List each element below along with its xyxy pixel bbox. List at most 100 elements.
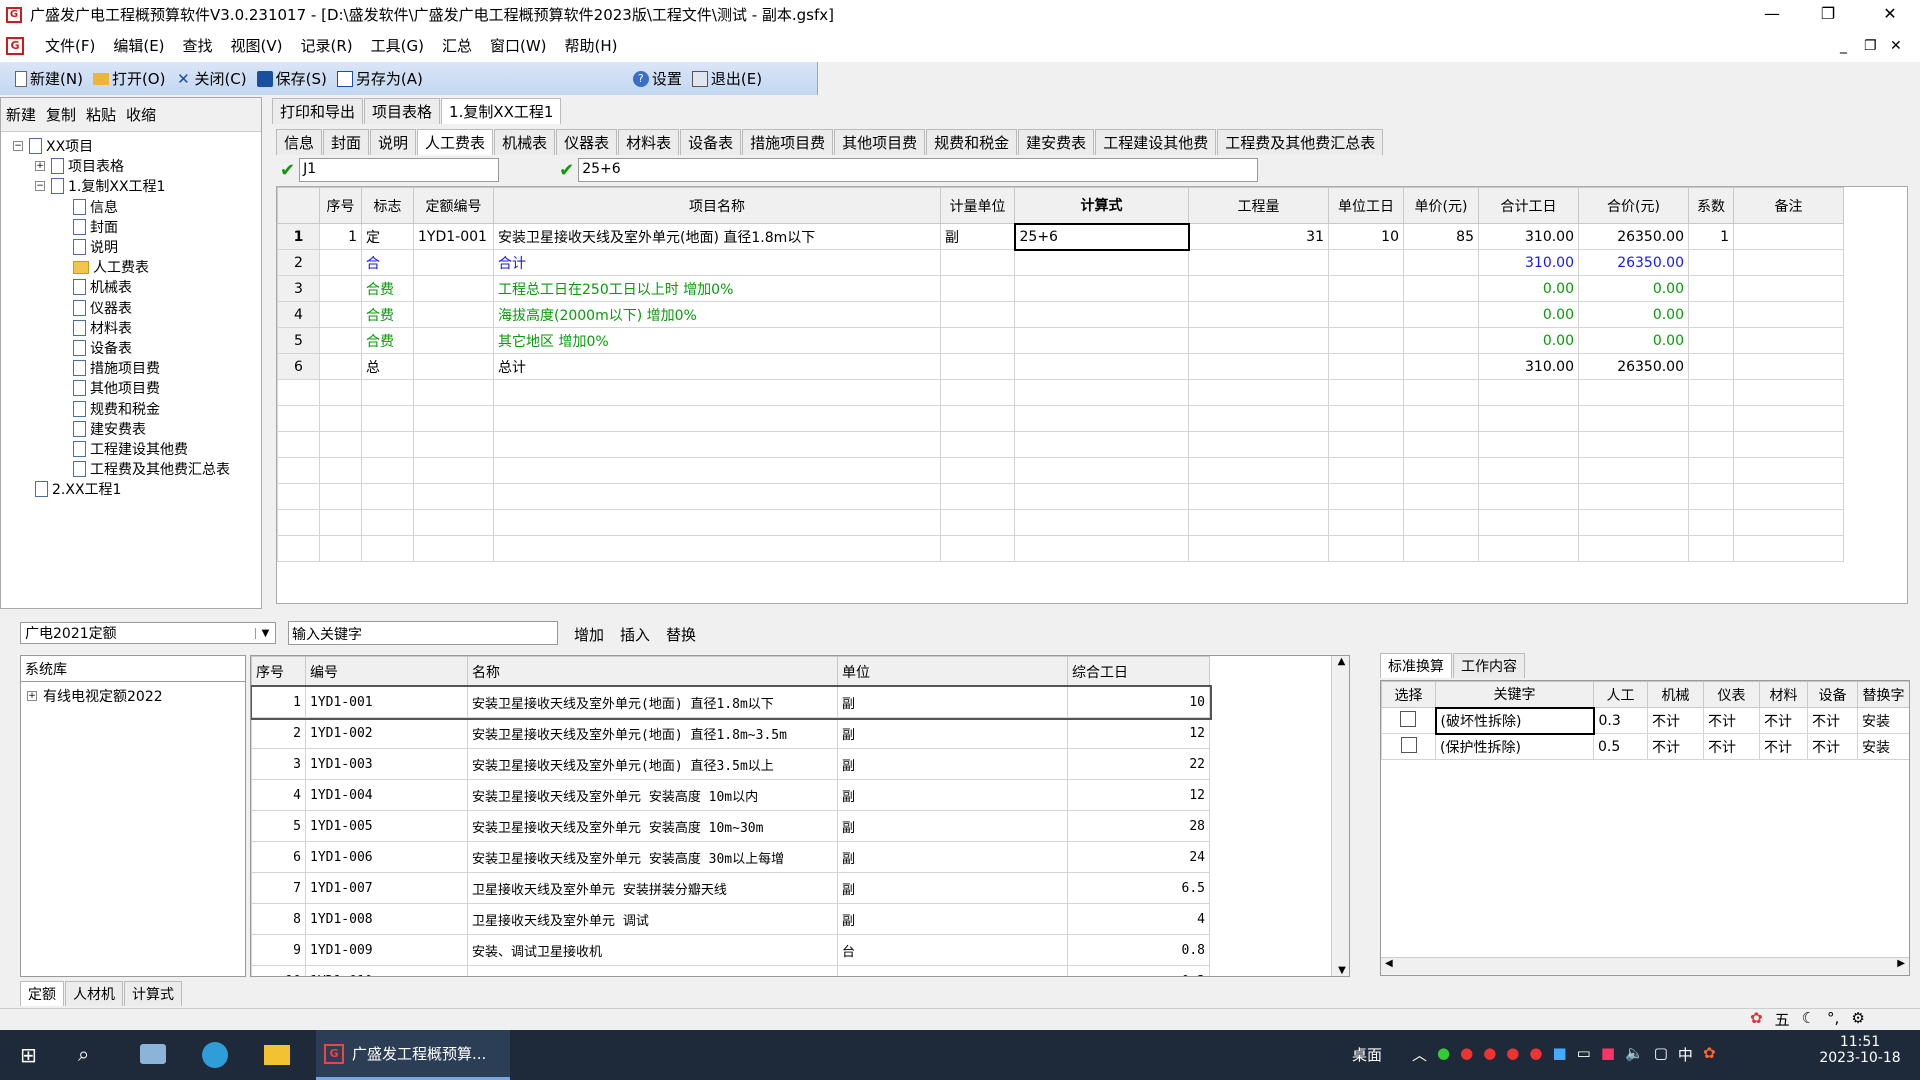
cell-uday[interactable] <box>1328 301 1404 328</box>
conversion-cell[interactable]: 不计 <box>1703 707 1760 734</box>
cell-coef[interactable] <box>1688 353 1734 380</box>
windows-start-icon[interactable]: ⊞ <box>20 1043 37 1067</box>
column-header[interactable]: 工程量 <box>1188 187 1329 224</box>
cell-uday[interactable] <box>1328 327 1404 354</box>
cell-unit[interactable] <box>940 301 1015 328</box>
quota-cell[interactable]: 安装卫星接收天线及室外单元 安装高度 10m以内 <box>467 779 838 811</box>
sheet-tab[interactable]: 工程建设其他费 <box>1095 129 1217 155</box>
column-header[interactable]: 设备 <box>1807 681 1858 708</box>
tree-node[interactable]: 措施项目费 <box>73 358 160 378</box>
conversion-cell[interactable]: 不计 <box>1807 707 1858 734</box>
cell-coef[interactable]: 1 <box>1688 223 1734 250</box>
tree-paste[interactable]: 粘贴 <box>81 104 121 125</box>
table-row[interactable]: 6 总 总计 310.00 26350.00 <box>277 353 1844 380</box>
table-row[interactable]: 4 合费 海拔高度(2000m以下) 增加0% 0.00 0.00 <box>277 301 1844 328</box>
mdi-close-icon[interactable]: ✕ <box>1890 38 1902 54</box>
tab-formula[interactable]: 计算式 <box>124 981 182 1006</box>
cell-formula[interactable] <box>1014 353 1189 380</box>
tree-node[interactable]: − 1.复制XX工程1 <box>35 176 165 196</box>
quota-cell[interactable]: 安装、调试卫星接收机 <box>467 934 838 966</box>
column-header[interactable]: 单价(元) <box>1403 187 1479 224</box>
cell-flag[interactable]: 合费 <box>361 327 414 354</box>
column-header[interactable]: 定额编号 <box>413 187 494 224</box>
tab-materials[interactable]: 人材机 <box>65 981 123 1006</box>
tab-project-table[interactable]: 项目表格 <box>364 98 441 124</box>
sheet-tab[interactable]: 信息 <box>276 129 323 155</box>
tree-node[interactable]: 工程建设其他费 <box>73 439 188 459</box>
tree-node[interactable]: 仪器表 <box>73 298 132 318</box>
cell-uday[interactable] <box>1328 353 1404 380</box>
column-header[interactable]: 合计工日 <box>1478 187 1579 224</box>
library-select[interactable]: 广电2021定额 ▼ <box>20 622 276 644</box>
quota-cell[interactable]: 1YD1-010 <box>305 965 468 976</box>
cell-total[interactable]: 0.00 <box>1578 275 1689 302</box>
cell-qty[interactable] <box>1188 353 1329 380</box>
quota-cell[interactable]: 卫星接收天线及室外单元 安装拼装分瓣天线 <box>467 872 838 904</box>
formula-check-icon[interactable]: ✔ <box>559 160 574 181</box>
column-header[interactable]: 关键字 <box>1435 681 1594 708</box>
tree-node[interactable]: 规费和税金 <box>73 399 160 419</box>
wechat-icon[interactable]: ● <box>1437 1044 1450 1065</box>
cell-formula[interactable] <box>1014 301 1189 328</box>
quota-cell[interactable]: 台 <box>837 965 1068 976</box>
tree-collapse[interactable]: 收缩 <box>121 104 161 125</box>
row-number[interactable]: 4 <box>277 301 320 328</box>
quota-cell[interactable]: 7 <box>251 872 306 904</box>
sheet-tab[interactable]: 建安费表 <box>1018 129 1095 155</box>
conversion-cell[interactable]: (保护性拆除) <box>1435 733 1594 760</box>
cell-name[interactable]: 安装卫星接收天线及室外单元(地面) 直径1.8m以下 <box>493 223 941 250</box>
open-button[interactable]: 打开(O) <box>88 68 171 89</box>
quota-row[interactable]: 2 1YD1-002 安装卫星接收天线及室外单元(地面) 直径1.8m~3.5m 副 1… <box>251 717 1210 749</box>
horizontal-scrollbar[interactable]: ◀ ▶ <box>1381 957 1909 975</box>
column-header[interactable]: 机械 <box>1647 681 1704 708</box>
cell-total[interactable]: 0.00 <box>1578 327 1689 354</box>
cell-formula[interactable] <box>1014 327 1189 354</box>
cell-price[interactable] <box>1403 301 1479 328</box>
collapse-icon[interactable]: − <box>13 141 23 151</box>
quota-row[interactable]: 7 1YD1-007 卫星接收天线及室外单元 安装拼装分瓣天线副 6.5 <box>251 872 1210 904</box>
column-header[interactable]: 综合工日 <box>1067 656 1210 687</box>
cell-tday[interactable]: 310.00 <box>1478 353 1579 380</box>
menu-tools[interactable]: 工具(G) <box>362 35 433 56</box>
vertical-scrollbar[interactable]: ▲ ▼ <box>1331 656 1349 976</box>
quota-cell[interactable]: 1YD1-003 <box>305 748 468 780</box>
column-header[interactable]: 单位 <box>837 656 1068 687</box>
quota-cell[interactable]: 0.8 <box>1067 934 1210 966</box>
tree-node[interactable]: 其他项目费 <box>73 378 160 398</box>
quota-row[interactable]: 101YD1-010安装、调试功分器台0.3 <box>251 965 1210 976</box>
quota-cell[interactable]: 副 <box>837 686 1068 718</box>
library-tree-node[interactable]: + 有线电视定额2022 <box>21 682 245 710</box>
cell-remark[interactable] <box>1733 301 1844 328</box>
quota-cell[interactable]: 6 <box>251 841 306 873</box>
column-header[interactable]: 人工 <box>1593 681 1648 708</box>
quota-cell[interactable]: 22 <box>1067 748 1210 780</box>
quota-cell[interactable]: 1YD1-006 <box>305 841 468 873</box>
quota-cell[interactable]: 0.3 <box>1067 965 1210 976</box>
column-header[interactable]: 序号 <box>319 187 362 224</box>
tab-print-export[interactable]: 打印和导出 <box>272 98 364 124</box>
close-button[interactable]: ✕ <box>1862 0 1918 29</box>
restore-button[interactable]: ❐ <box>1800 0 1856 29</box>
cell-remark[interactable] <box>1733 223 1844 250</box>
cell-price[interactable] <box>1403 249 1479 276</box>
clock[interactable]: 11:51 2023-10-18 <box>1810 1034 1910 1066</box>
scroll-left-icon[interactable]: ◀ <box>1385 958 1393 969</box>
quota-cell[interactable]: 1YD1-002 <box>305 717 468 749</box>
gear-icon[interactable]: ⚙ <box>1851 1009 1864 1030</box>
taskbar-app-button[interactable]: G 广盛发工程概预算... <box>316 1030 510 1080</box>
row-number[interactable]: 2 <box>277 249 320 276</box>
quota-cell[interactable]: 安装卫星接收天线及室外单元(地面) 直径1.8m~3.5m <box>467 717 838 749</box>
menu-find[interactable]: 查找 <box>174 35 222 56</box>
qq-icon-2[interactable]: ● <box>1483 1044 1496 1065</box>
column-header[interactable]: 序号 <box>251 656 306 687</box>
cell-total[interactable]: 26350.00 <box>1578 249 1689 276</box>
cell-tday[interactable]: 310.00 <box>1478 223 1579 250</box>
ime-wubi[interactable]: 五 <box>1775 1009 1790 1030</box>
sheet-tab[interactable]: 机械表 <box>494 129 556 155</box>
cell-seq[interactable]: 1 <box>319 223 362 250</box>
close-doc-button[interactable]: ✕ 关闭(C) <box>170 68 251 89</box>
quota-row[interactable]: 9 1YD1-009 安装、调试卫星接收机台 0.8 <box>251 934 1210 966</box>
quota-cell[interactable]: 2 <box>251 717 306 749</box>
table-row[interactable]: 1 1 定 1YD1-001 安装卫星接收天线及室外单元(地面) 直径1.8m以下副 25… <box>277 222 1844 251</box>
conversion-cell[interactable]: 不计 <box>1647 733 1704 760</box>
